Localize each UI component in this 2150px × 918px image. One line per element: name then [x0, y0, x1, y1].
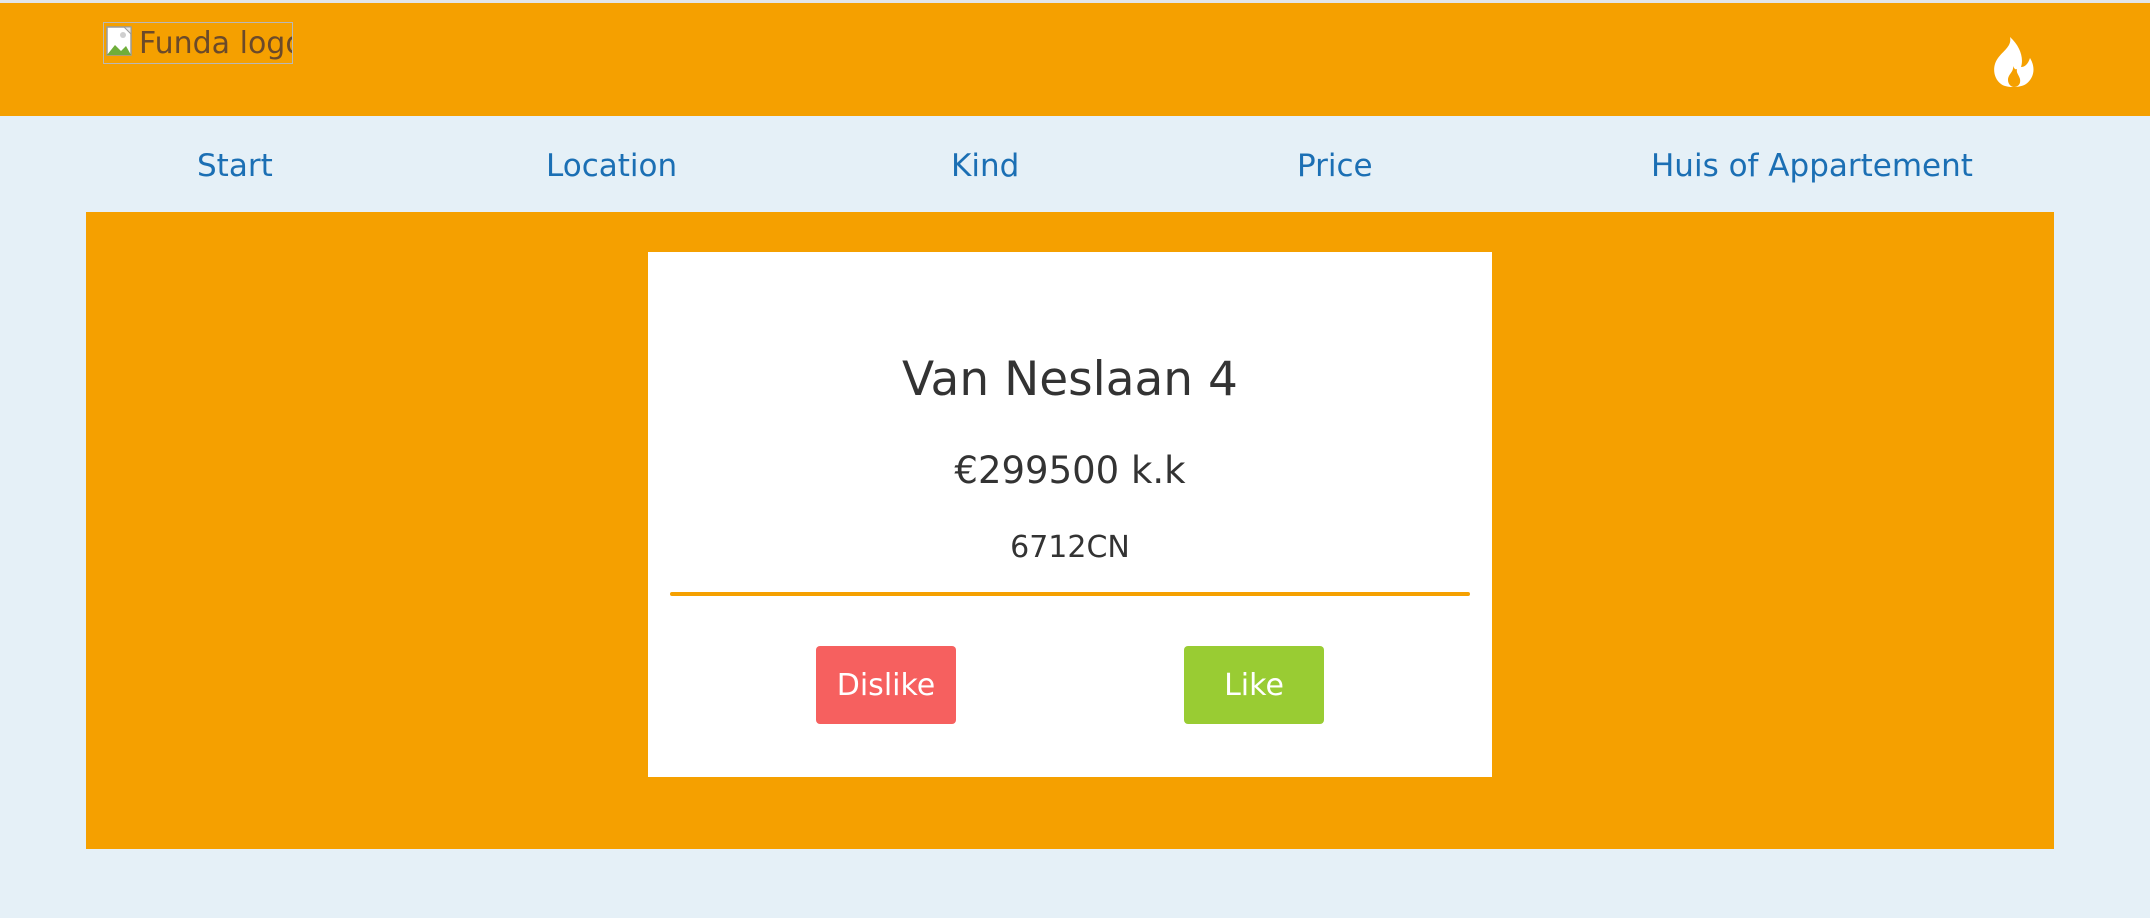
- nav-item-price[interactable]: Price: [1297, 148, 1373, 184]
- nav-item-start[interactable]: Start: [197, 148, 273, 184]
- like-button[interactable]: Like: [1184, 646, 1324, 724]
- dislike-button[interactable]: Dislike: [816, 646, 956, 724]
- flame-icon[interactable]: [1990, 36, 2036, 88]
- listing-card: Van Neslaan 4 €299500 k.k 6712CN Dislike…: [648, 252, 1492, 777]
- nav-item-location[interactable]: Location: [546, 148, 677, 184]
- listing-address: Van Neslaan 4: [902, 352, 1238, 407]
- listing-stage: Van Neslaan 4 €299500 k.k 6712CN Dislike…: [86, 212, 2054, 849]
- broken-image-icon: [106, 26, 132, 56]
- nav-item-house-type[interactable]: Huis of Appartement: [1651, 148, 1973, 184]
- main-nav: Start Location Kind Price Huis of Appart…: [0, 116, 2150, 212]
- funda-logo[interactable]: Funda logo: [103, 22, 293, 64]
- listing-postcode: 6712CN: [1010, 530, 1130, 565]
- app-header: Funda logo: [0, 3, 2150, 116]
- listing-price: €299500 k.k: [954, 449, 1186, 492]
- logo-alt-text: Funda logo: [139, 25, 293, 61]
- nav-item-kind[interactable]: Kind: [951, 148, 1019, 184]
- card-divider: [670, 592, 1470, 596]
